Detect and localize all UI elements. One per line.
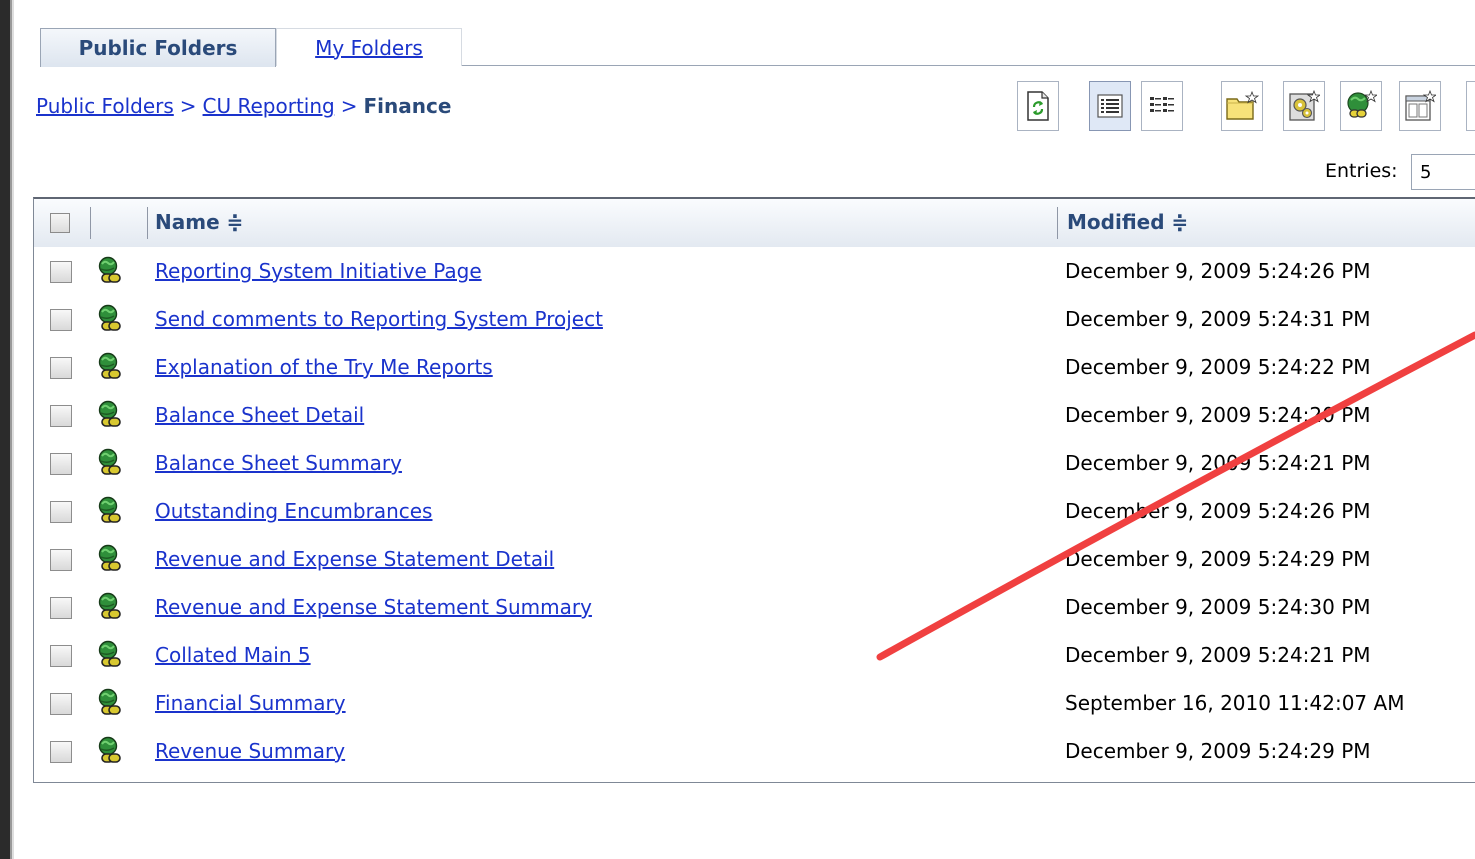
breadcrumb-separator: >	[340, 94, 358, 118]
details-view-button[interactable]	[1089, 81, 1131, 131]
url-link-icon	[96, 736, 124, 766]
new-page-icon	[1405, 90, 1436, 121]
row-modified: December 9, 2009 5:24:21 PM	[1065, 451, 1371, 475]
column-separator	[147, 207, 148, 239]
table-row: Financial Summary September 16, 2010 11:4…	[34, 679, 1475, 727]
row-modified: December 9, 2009 5:24:26 PM	[1065, 499, 1371, 523]
table-row: Revenue and Expense Statement Summary Dec…	[34, 583, 1475, 631]
url-link-icon	[96, 400, 124, 430]
row-name-link[interactable]: Balance Sheet Summary	[155, 451, 402, 475]
row-name-link[interactable]: Explanation of the Try Me Reports	[155, 355, 493, 379]
tab-public-folders[interactable]: Public Folders	[40, 28, 276, 67]
row-modified: December 9, 2009 5:24:22 PM	[1065, 355, 1371, 379]
row-name-link[interactable]: Balance Sheet Detail	[155, 403, 364, 427]
row-checkbox[interactable]	[50, 261, 72, 283]
tab-public-folders-label: Public Folders	[78, 36, 238, 60]
url-link-icon	[96, 496, 124, 526]
url-link-icon	[96, 592, 124, 622]
edge-dark	[0, 0, 10, 859]
url-link-icon	[96, 352, 124, 382]
row-modified: December 9, 2009 5:24:29 PM	[1065, 547, 1371, 571]
new-job-button[interactable]	[1283, 81, 1325, 131]
new-folder-icon	[1226, 91, 1259, 120]
row-name-link[interactable]: Reporting System Initiative Page	[155, 259, 482, 283]
folder-tabs: Public Folders My Folders	[24, 8, 1475, 68]
table-row: Balance Sheet Detail December 9, 2009 5:2…	[34, 391, 1475, 439]
breadcrumb: Public Folders > CU Reporting > Finance	[36, 94, 451, 118]
select-all-checkbox[interactable]	[50, 213, 70, 233]
row-checkbox[interactable]	[50, 645, 72, 667]
url-link-icon	[96, 640, 124, 670]
row-checkbox[interactable]	[50, 741, 72, 763]
list-view-icon	[1150, 97, 1174, 112]
row-modified: December 9, 2009 5:24:30 PM	[1065, 595, 1371, 619]
row-name-link[interactable]: Collated Main 5	[155, 643, 311, 667]
breadcrumb-current: Finance	[363, 94, 452, 118]
table-header: Name ≑ Modified ≑	[34, 199, 1475, 247]
breadcrumb-separator: >	[179, 94, 197, 118]
row-name-link[interactable]: Revenue and Expense Statement Summary	[155, 595, 592, 619]
table-row: Balance Sheet Summary December 9, 2009 5:…	[34, 439, 1475, 487]
list-view-button[interactable]	[1141, 81, 1183, 131]
table-row: Revenue Summary December 9, 2009 5:24:29 …	[34, 727, 1475, 775]
name-column-header[interactable]: Name ≑	[155, 210, 243, 234]
row-name-link[interactable]: Outstanding Encumbrances	[155, 499, 432, 523]
table-row: Explanation of the Try Me Reports Decembe…	[34, 343, 1475, 391]
tab-my-folders[interactable]: My Folders	[276, 28, 462, 66]
row-name-link[interactable]: Financial Summary	[155, 691, 346, 715]
url-link-icon	[96, 448, 124, 478]
row-name-link[interactable]: Revenue and Expense Statement Detail	[155, 547, 554, 571]
modified-column-header[interactable]: Modified ≑	[1067, 210, 1188, 234]
row-checkbox[interactable]	[50, 693, 72, 715]
column-separator	[1057, 207, 1058, 239]
url-link-icon	[96, 304, 124, 334]
new-folder-button[interactable]	[1221, 81, 1263, 131]
url-link-icon	[96, 688, 124, 718]
table-row: Collated Main 5 December 9, 2009 5:24:21 …	[34, 631, 1475, 679]
table-row: Reporting System Initiative Page December…	[34, 247, 1475, 295]
row-checkbox[interactable]	[50, 597, 72, 619]
tab-my-folders-label: My Folders	[315, 35, 423, 60]
url-link-icon	[96, 256, 124, 286]
details-view-icon	[1097, 94, 1123, 118]
row-modified: September 16, 2010 11:42:07 AM	[1065, 691, 1405, 715]
breadcrumb-public-folders[interactable]: Public Folders	[36, 94, 174, 118]
row-modified: December 9, 2009 5:24:20 PM	[1065, 403, 1371, 427]
refresh-icon	[1027, 91, 1049, 121]
row-modified: December 9, 2009 5:24:31 PM	[1065, 307, 1371, 331]
row-checkbox[interactable]	[50, 453, 72, 475]
new-url-button[interactable]	[1340, 81, 1382, 131]
row-name-link[interactable]: Send comments to Reporting System Projec…	[155, 307, 603, 331]
row-checkbox[interactable]	[50, 549, 72, 571]
new-page-button[interactable]	[1399, 81, 1441, 131]
more-toolbar-button[interactable]	[1466, 81, 1475, 131]
url-link-icon	[96, 544, 124, 574]
row-name-link[interactable]: Revenue Summary	[155, 739, 345, 763]
row-modified: December 9, 2009 5:24:21 PM	[1065, 643, 1371, 667]
breadcrumb-cu-reporting[interactable]: CU Reporting	[203, 94, 335, 118]
column-separator	[90, 207, 91, 239]
new-url-icon	[1347, 90, 1377, 118]
entries-input[interactable]	[1411, 154, 1475, 190]
table-row: Revenue and Expense Statement Detail Dece…	[34, 535, 1475, 583]
row-checkbox[interactable]	[50, 309, 72, 331]
table-row: Outstanding Encumbrances December 9, 2009…	[34, 487, 1475, 535]
row-checkbox[interactable]	[50, 357, 72, 379]
row-modified: December 9, 2009 5:24:26 PM	[1065, 259, 1371, 283]
row-checkbox[interactable]	[50, 405, 72, 427]
edge-light	[12, 0, 14, 859]
row-checkbox[interactable]	[50, 501, 72, 523]
refresh-button[interactable]	[1017, 81, 1059, 131]
row-modified: December 9, 2009 5:24:29 PM	[1065, 739, 1371, 763]
content-table: Name ≑ Modified ≑ Reporting System Initi…	[33, 197, 1475, 783]
new-job-icon	[1289, 90, 1320, 121]
window-left-edge	[0, 0, 14, 859]
table-row: Send comments to Reporting System Projec…	[34, 295, 1475, 343]
entries-label: Entries:	[1325, 160, 1398, 182]
